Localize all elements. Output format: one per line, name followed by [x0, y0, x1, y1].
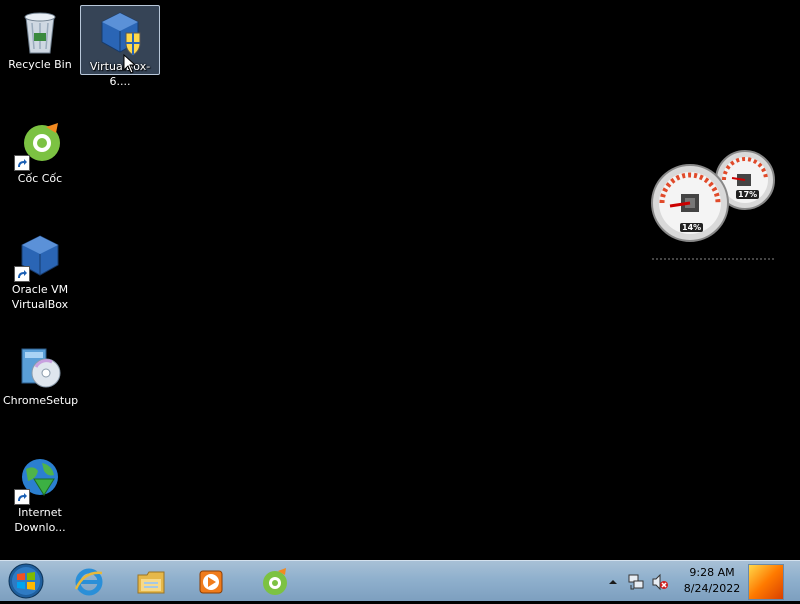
recycle-bin-label: Recycle Bin: [8, 58, 72, 71]
chevron-up-icon: [609, 580, 617, 584]
network-icon: [628, 574, 644, 590]
taskbar-clock[interactable]: 9:28 AM 8/24/2022: [674, 565, 750, 599]
network-tray-icon[interactable]: [627, 573, 645, 591]
desktop[interactable]: Recycle Bin VirtualBox-6.... Cốc Cốc Ora…: [0, 0, 800, 560]
speaker-muted-icon: [652, 573, 668, 591]
coccoc-icon: [14, 121, 64, 171]
cpu-usage-value: 14%: [680, 223, 704, 232]
taskbar: 9:28 AM 8/24/2022: [0, 560, 800, 601]
internet-download-manager-shortcut[interactable]: Internet Downlo...: [1, 452, 79, 535]
clock-time: 9:28 AM: [689, 566, 735, 579]
shortcut-arrow-icon: [14, 155, 30, 171]
show-hidden-icons-button[interactable]: [604, 573, 622, 591]
windows-orb-icon: [8, 563, 44, 599]
clock-gadget[interactable]: [651, 7, 775, 131]
coccoc-shortcut[interactable]: Cốc Cốc: [1, 118, 79, 186]
start-button[interactable]: [4, 562, 48, 600]
coccoc-label: Cốc Cốc: [17, 172, 63, 185]
slideshow-gadget[interactable]: [652, 258, 774, 393]
idm-globe-icon: [14, 455, 64, 505]
taskbar-windows-explorer[interactable]: [124, 563, 178, 599]
show-desktop-button[interactable]: [748, 564, 784, 600]
taskbar-internet-explorer[interactable]: [62, 563, 116, 599]
internet-explorer-icon: [74, 568, 103, 596]
volume-tray-icon[interactable]: [651, 573, 669, 591]
virtualbox-installer-shortcut[interactable]: VirtualBox-6....: [80, 5, 160, 88]
virtualbox-installer-label: VirtualBox-6....: [89, 60, 151, 88]
mouse-pointer-icon: [123, 54, 137, 74]
recycle-bin-icon: [16, 7, 64, 55]
oracle-virtualbox-shortcut[interactable]: Oracle VM VirtualBox: [1, 229, 79, 312]
recycle-bin-shortcut[interactable]: Recycle Bin: [1, 4, 79, 72]
chromesetup-shortcut[interactable]: ChromeSetup: [1, 340, 79, 408]
virtualbox-icon: [14, 232, 64, 282]
oracle-virtualbox-label: Oracle VM VirtualBox: [11, 283, 69, 311]
coccoc-icon: [263, 568, 287, 595]
folder-icon: [137, 571, 165, 594]
memory-usage-value: 17%: [736, 190, 760, 199]
clock-date: 8/24/2022: [683, 582, 741, 595]
media-player-icon: [199, 570, 223, 594]
internet-download-manager-label: Internet Downlo...: [14, 506, 66, 534]
notification-area: 9:28 AM 8/24/2022: [600, 561, 800, 601]
taskbar-coccoc[interactable]: [248, 563, 302, 599]
shortcut-arrow-icon: [14, 489, 30, 505]
shortcut-arrow-icon: [14, 266, 30, 282]
chromesetup-label: ChromeSetup: [3, 394, 79, 407]
installer-disc-icon: [16, 343, 64, 391]
taskbar-windows-media-player[interactable]: [184, 563, 238, 599]
cpu-meter-gadget[interactable]: 14% 17%: [648, 148, 778, 243]
virtualbox-installer-icon: [96, 9, 144, 57]
